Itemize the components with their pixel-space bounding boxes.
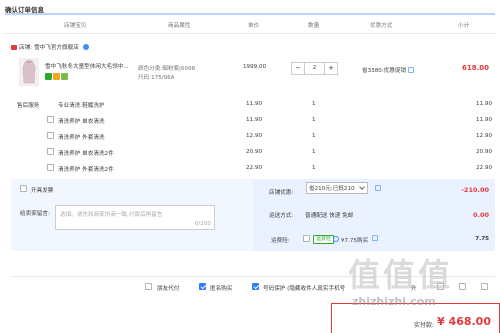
shop-icon [11,44,17,50]
quantity-stepper: − 2 + [291,62,338,75]
product-badges [45,73,68,80]
message-counter: 0/200 [194,221,211,227]
footer-extra-checkbox[interactable] [459,283,466,290]
insurance-badge: 运费险 [313,235,335,244]
privacy-label: 号码保护 (隐藏收件人真实手机号 [263,286,346,292]
service-qty: 1 [312,117,316,123]
product-subtotal: 618.00 [461,64,489,72]
service-price: 11.90 [246,101,263,107]
invoice-checkbox[interactable] [20,185,27,192]
service-qty: 1 [312,149,316,155]
header-col-attributes: 商品属性 [168,23,191,29]
shipping-value: 普通配送 快递 免邮 [305,213,354,219]
seven-day-return-icon [45,73,52,80]
product-color: 颜色分类:烟粉紫|6098 [138,66,196,72]
decrease-qty-button[interactable]: − [292,63,305,74]
discount-info-icon[interactable] [375,185,381,191]
service-qty: 1 [312,133,316,139]
service-price: 12.90 [246,133,263,139]
service-icon [61,73,68,80]
total-label: 实付款: [414,322,435,329]
product-size: 尺码:175/96A [138,75,175,81]
jacket-image-icon [22,59,36,84]
service-name: 清洗养护 单衣清洗 [58,119,105,125]
service-total: 12.90 [475,133,492,139]
quantity-input[interactable]: 2 [305,63,324,74]
watermark-logo: 值值值 [348,256,454,294]
insurance-amount: 7.75 [475,236,489,242]
promo-label: 省3380:优惠促销 [362,68,407,74]
insurance-help-icon[interactable] [372,235,378,241]
shipping-amount: 0.00 [472,211,489,219]
service-qty: 1 [312,101,316,107]
shop-discount-label: 店铺优惠: [269,190,294,196]
promo-info-icon[interactable] [408,67,415,73]
header-col-discount: 优惠方式 [370,23,393,29]
header-col-shop-item: 店铺宝贝 [64,23,87,29]
after-sales-label: 售后服务 [17,103,40,109]
insurance-value: ¥7.75购买 [341,238,369,244]
header-divider [5,13,495,15]
anonymous-label: 匿名购买 [210,286,233,292]
service-name: 清洗养护 单衣清洗2件 [58,151,114,157]
service-name: 清洗养护 外套清洗2件 [58,167,114,173]
service-price: 11.90 [246,117,263,123]
anonymous-checkbox[interactable] [199,283,206,290]
service-checkbox[interactable] [47,148,54,155]
shop-discount-select[interactable]: 省210元:已抵210 [306,182,368,194]
friend-pay-label: 朋友代付 [157,286,180,292]
service-price: 22.90 [246,165,263,171]
service-total: 11.90 [475,117,492,123]
message-textarea[interactable]: 选填。请先和商家协商一致,付款后再留言 0/200 [55,205,215,230]
header-col-qty: 数量 [308,23,320,29]
guarantee-icon [53,73,60,80]
shop-row: 店铺: 雪中飞官方旗舰店 [11,43,89,51]
service-qty: 1 [312,165,316,171]
shipping-label: 运送方式: [269,213,294,219]
shop-discount-amount: -210.00 [461,186,489,194]
message-label: 给卖家留言: [20,211,50,217]
footer-extra-checkbox[interactable] [481,283,488,290]
privacy-checkbox[interactable] [252,283,259,290]
service-name: 专业清洗 鞋履洗护 [58,103,105,109]
watermark-url: zhizhizhi.com [352,295,436,308]
service-total: 22.90 [475,165,492,171]
product-title-link[interactable]: 雪中飞秋冬大童型休闲大毛领中... [45,62,137,70]
shop-discount-value: 省210元:已抵210 [309,186,355,192]
shop-label: 店铺: [19,45,33,51]
total-amount: ¥ 468.00 [437,315,491,328]
header-col-price: 单价 [248,23,260,29]
service-total: 11.90 [475,101,492,107]
service-total: 20.90 [475,149,492,155]
friend-pay-checkbox[interactable] [145,283,152,290]
insurance-label: 运费险: [271,238,290,244]
promo-text: 省3380:优惠促销 [362,66,415,74]
product-price: 1999.00 [243,64,267,70]
increase-qty-button[interactable]: + [324,63,337,74]
service-name: 清洗养护 外套清洗 [58,135,105,141]
invoice-label: 开具发票 [31,188,54,194]
insurance-checkbox[interactable] [303,235,310,242]
shop-name-link[interactable]: 雪中飞官方旗舰店 [34,43,79,51]
chat-icon[interactable] [82,44,89,50]
service-price: 20.90 [246,149,263,155]
message-placeholder: 选填。请先和商家协商一致,付款后再留言 [60,212,163,218]
header-bottom-divider [5,33,495,34]
chevron-down-icon [359,184,365,190]
service-checkbox[interactable] [47,132,54,139]
product-thumbnail[interactable] [19,58,39,86]
header-col-subtotal: 小计 [458,23,470,29]
service-checkbox[interactable] [47,164,54,171]
service-checkbox[interactable] [47,116,54,123]
insurance-info-icon[interactable] [333,236,339,242]
